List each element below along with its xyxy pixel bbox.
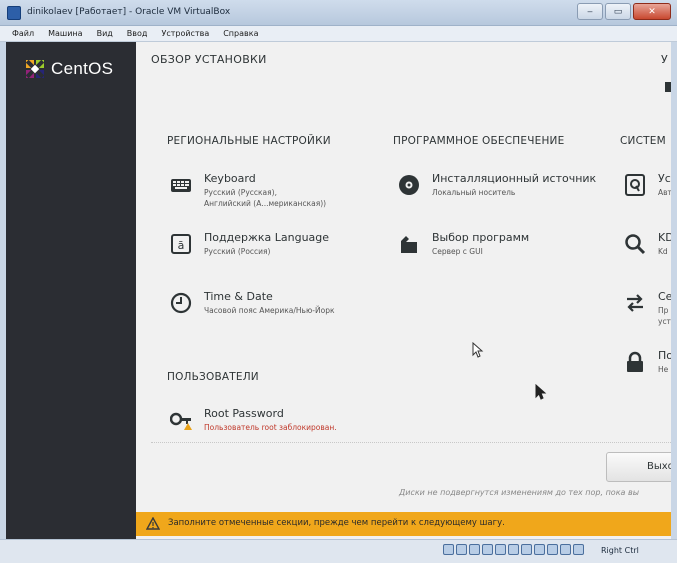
warning-icon — [146, 517, 160, 530]
spoke-title: Се — [658, 290, 671, 303]
warning-bar: Заполните отмеченные секции, прежде чем … — [136, 512, 671, 536]
vm-status-bar: Right Ctrl — [0, 539, 677, 563]
spoke-installation-destination[interactable]: Ус Авт — [624, 172, 671, 202]
spoke-keyboard[interactable]: Keyboard Русский (Русская), Английский (… — [170, 172, 370, 208]
section-software: ПРОГРАММНОЕ ОБЕСПЕЧЕНИЕ — [393, 135, 565, 147]
svg-text:ā: ā — [178, 239, 185, 252]
spoke-network[interactable]: Се Пр уст — [624, 290, 671, 330]
menu-devices[interactable]: Устройства — [161, 29, 209, 38]
warning-message: Заполните отмеченные секции, прежде чем … — [168, 518, 505, 528]
spoke-time-date[interactable]: Time & Date Часовой пояс Америка/Нью-Йор… — [170, 290, 370, 320]
spoke-install-source[interactable]: Инсталляционный источник Локальный носит… — [398, 172, 618, 202]
spoke-status-line2: Английский (А...мериканская)) — [204, 199, 327, 208]
host-key-label: Right Ctrl — [601, 546, 639, 555]
divider — [151, 442, 671, 443]
clock-icon — [170, 292, 192, 314]
spoke-status: Сервер с GUI — [432, 247, 483, 256]
disk-notice: Диски не подвергнутся изменениям до тех … — [399, 488, 640, 497]
package-icon — [401, 236, 417, 253]
spoke-title: Time & Date — [204, 290, 273, 303]
spoke-title: По — [658, 349, 671, 362]
spoke-status-line2: уст — [658, 317, 671, 326]
menu-bar: Файл Машина Вид Ввод Устройства Справка — [0, 26, 677, 42]
spoke-status-warning: Пользователь root заблокирован. — [204, 423, 337, 432]
spoke-language[interactable]: ā Поддержка Language Русский (Россия) — [170, 231, 370, 261]
spoke-security[interactable]: По Не — [624, 349, 671, 379]
window-titlebar: dinikolaev [Работает] - Oracle VM Virtua… — [0, 0, 677, 26]
spoke-title: KD — [658, 231, 671, 244]
section-regional: РЕГИОНАЛЬНЫЕ НАСТРОЙКИ — [167, 135, 331, 147]
spoke-title: Keyboard — [204, 172, 256, 185]
magnifier-icon — [625, 234, 646, 255]
centos-logo: CentOS — [24, 58, 113, 80]
keyboard-layout-indicator-icon — [665, 82, 671, 92]
spoke-title: Ус — [658, 172, 671, 185]
spoke-status: Часовой пояс Америка/Нью-Йорк — [204, 306, 335, 315]
mouse-integration-icon[interactable] — [560, 544, 571, 555]
spoke-status: Русский (Русская), — [204, 188, 277, 197]
mouse-pointer-icon — [535, 384, 547, 400]
centos-logo-icon — [25, 59, 45, 79]
spoke-title: Выбор программ — [432, 231, 530, 244]
section-users: ПОЛЬЗОВАТЕЛИ — [167, 371, 259, 383]
disk-drive-icon — [625, 174, 645, 196]
video-capture-icon[interactable] — [534, 544, 545, 555]
host-key-icon[interactable] — [573, 544, 584, 555]
page-title: ОБЗОР УСТАНОВКИ — [151, 53, 267, 66]
audio-icon[interactable] — [469, 544, 480, 555]
spoke-title: Инсталляционный источник — [432, 172, 597, 185]
key-warning-icon — [170, 412, 192, 430]
window-title: dinikolaev [Работает] - Oracle VM Virtua… — [27, 7, 231, 17]
optical-drive-icon[interactable] — [456, 544, 467, 555]
menu-file[interactable]: Файл — [12, 29, 34, 38]
minimize-button[interactable]: ‒ — [577, 3, 603, 20]
spoke-status: Не — [658, 365, 669, 374]
language-icon: ā — [171, 234, 191, 254]
spoke-root-password[interactable]: Root Password Пользователь root заблокир… — [170, 407, 370, 437]
logo-text: CentOS — [51, 59, 114, 78]
cpu-icon[interactable] — [547, 544, 558, 555]
installation-summary: ОБЗОР УСТАНОВКИ У РЕГИОНАЛЬНЫЕ НАСТРОЙКИ… — [136, 42, 671, 539]
window-controls: ‒ ▭ ✕ — [577, 3, 671, 20]
close-button[interactable]: ✕ — [633, 3, 671, 20]
spoke-software-selection[interactable]: Выбор программ Сервер с GUI — [398, 231, 598, 261]
cut-off-header-text: У — [661, 53, 668, 66]
spoke-status: Локальный носитель — [432, 188, 516, 197]
spoke-title: Поддержка Language — [204, 231, 330, 244]
network-icon[interactable] — [482, 544, 493, 555]
section-system: СИСТЕМ — [620, 135, 666, 147]
display-icon[interactable] — [521, 544, 532, 555]
virtualbox-app-icon — [7, 6, 21, 20]
device-tray — [443, 544, 584, 555]
spoke-kdump[interactable]: KD Kd — [624, 231, 671, 261]
spoke-status: Kd — [658, 247, 668, 256]
lock-icon — [627, 351, 643, 372]
exit-button[interactable]: Выход — [606, 452, 671, 482]
shared-folders-icon[interactable] — [508, 544, 519, 555]
network-arrows-icon — [627, 294, 643, 312]
text-cursor-icon — [472, 342, 484, 358]
menu-input[interactable]: Ввод — [127, 29, 148, 38]
menu-help[interactable]: Справка — [223, 29, 258, 38]
menu-view[interactable]: Вид — [97, 29, 113, 38]
hard-disk-icon[interactable] — [443, 544, 454, 555]
keyboard-icon — [171, 179, 191, 192]
usb-icon[interactable] — [495, 544, 506, 555]
restore-button[interactable]: ▭ — [605, 3, 631, 20]
installer-sidebar: CentOS — [6, 42, 136, 539]
spoke-title: Root Password — [204, 407, 284, 420]
menu-machine[interactable]: Машина — [48, 29, 82, 38]
disc-icon — [399, 175, 419, 195]
vm-display[interactable]: CentOS ОБЗОР УСТАНОВКИ У РЕГИОНАЛЬНЫЕ НА… — [6, 42, 671, 539]
spoke-status: Пр — [658, 306, 669, 315]
spoke-status: Авт — [658, 188, 671, 197]
spoke-status: Русский (Россия) — [204, 247, 271, 256]
